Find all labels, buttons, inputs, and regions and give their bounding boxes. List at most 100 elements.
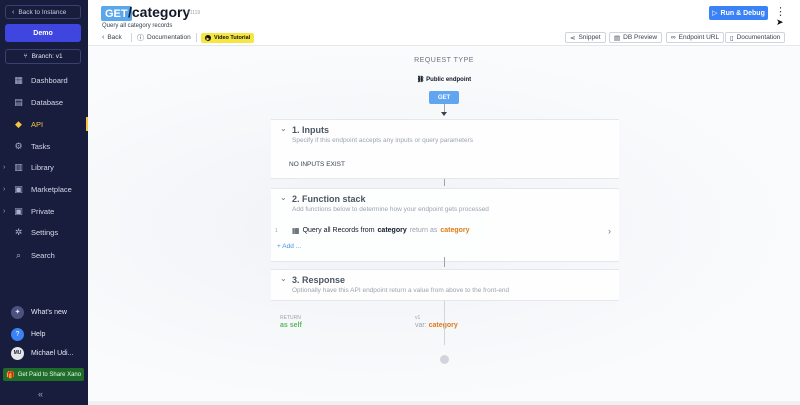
canvas-bottom-edge [88,401,800,405]
database-icon: ▤ [614,34,621,42]
chevron-right-icon: › [3,163,6,171]
documentation-label: Documentation [147,34,191,41]
help-button[interactable]: ? Help [0,326,88,342]
chevron-down-icon[interactable]: ⌄ [280,193,287,202]
settings-icon: ✲ [14,226,23,237]
back-to-instance-label: Back to Instance [18,8,67,16]
get-method-node[interactable]: GET [429,91,459,104]
whats-new-icon: ✦ [11,305,24,319]
public-endpoint-text: Public endpoint [426,77,472,83]
database-icon: ▤ [14,96,23,107]
function-stack-title[interactable]: 2. Function stack [292,194,366,204]
response-title[interactable]: 3. Response [292,275,345,285]
inputs-title[interactable]: 1. Inputs [292,125,329,135]
sidebar-item-marketplace[interactable]: › ▣ Marketplace [0,180,88,198]
sidebar-item-label: Marketplace [31,184,72,194]
chevron-left-icon: ‹ [102,34,105,41]
collapse-sidebar-icon[interactable]: « [38,389,43,399]
function-row-prefix: Query all Records from [302,227,375,234]
var-prefix: var: [415,322,427,329]
share-xano-button[interactable]: 🎁 Get Paid to Share Xano [3,368,84,381]
sidebar-item-tasks[interactable]: ⚙ Tasks [0,137,88,155]
sidebar-item-api[interactable]: ◆ API [0,115,88,133]
inputs-section: ⌄ 1. Inputs Specify if this endpoint acc… [271,119,619,179]
documentation-button[interactable]: ▯ Documentation [725,32,786,43]
branch-selector[interactable]: ⑂ Branch: v1 [5,49,81,64]
library-icon: ▥ [14,161,23,172]
connector-line [444,179,445,186]
divider [131,33,132,42]
play-icon: ▷ [712,10,718,17]
table-icon: ▦ [292,226,300,235]
sidebar-item-label: Settings [31,227,59,237]
sidebar-item-database[interactable]: ▤ Database [0,93,88,111]
db-preview-button[interactable]: ▤ DB Preview [609,32,663,43]
sidebar-item-dashboard[interactable]: ▦ Dashboard [0,71,88,89]
chevron-left-icon: ‹ [12,8,15,16]
function-stack-section: ⌄ 2. Function stack Add functions below … [271,188,619,262]
response-section: ⌄ 3. Response Optionally have this API e… [271,269,619,301]
help-icon: ? [11,327,24,341]
whats-new-label: What's new [31,308,67,316]
chevron-right-icon: › [3,207,6,215]
var-value[interactable]: var: category [415,322,458,329]
var-label: v1 [415,315,421,321]
run-debug-label: Run & Debug [720,9,765,17]
sidebar-item-private[interactable]: › ▣ Private [0,202,88,220]
function-row-number: 1 [275,228,278,234]
user-menu[interactable]: MU Michael Udi... [0,345,88,361]
back-button[interactable]: ‹ Back [102,32,122,43]
sidebar-item-label: Library [31,162,54,172]
link-icon: ⛓ [416,77,427,83]
search-icon: ⌕ [15,249,22,260]
chevron-right-icon[interactable]: › [608,226,611,236]
function-stack-subtitle: Add functions below to determine how you… [292,206,489,213]
run-debug-button[interactable]: ▷ Run & Debug [709,6,768,20]
connector-line [444,301,445,345]
snippet-label: Snippet [578,34,601,41]
info-icon: ⓘ [137,34,144,42]
help-label: Help [31,330,46,338]
whats-new-button[interactable]: ✦ What's new [0,304,88,320]
share-icon: ⋖ [570,34,576,42]
sidebar: ‹ Back to Instance Demo ⑂ Branch: v1 ▦ D… [0,0,88,405]
db-preview-label: DB Preview [623,34,658,41]
endpoint-id: #1119 [187,10,201,16]
documentation-label: Documentation [736,34,781,41]
chevron-right-icon: › [3,185,6,193]
chevron-down-icon[interactable]: ⌄ [280,124,287,133]
end-node [440,355,449,364]
workspace-selector[interactable]: Demo [5,24,81,42]
branch-icon: ⑂ [23,53,28,60]
no-inputs-text: NO INPUTS EXIST [289,161,345,168]
sidebar-item-label: Tasks [31,141,51,151]
function-row-query-all[interactable]: ▦ Query all Records from category return… [292,226,470,235]
request-type-label: REQUEST TYPE [414,57,474,64]
connector-line [444,257,445,267]
page-title: /category [128,4,191,20]
return-value[interactable]: as self [280,322,302,329]
sidebar-item-settings[interactable]: ✲ Settings [0,223,88,241]
chevron-down-icon[interactable]: ⌄ [280,274,287,283]
documentation-link[interactable]: ⓘ Documentation [137,32,191,43]
video-tutorial-label: Video Tutorial [214,35,251,41]
link-icon: ∞ [671,34,676,41]
divider [196,33,197,42]
sidebar-item-library[interactable]: › ▥ Library [0,158,88,176]
return-label: RETURN [280,315,301,321]
add-function-link[interactable]: + Add ... [277,243,301,250]
dashboard-icon: ▦ [14,74,23,85]
arrow-down-icon [441,112,447,116]
play-icon: ▶ [205,35,211,41]
back-to-instance-button[interactable]: ‹ Back to Instance [5,5,81,19]
back-label: Back [107,34,122,41]
public-endpoint-label[interactable]: ⛓ Public endpoint [417,76,471,83]
branch-label: Branch: v1 [31,53,63,60]
connector-line [444,104,445,112]
video-tutorial-button[interactable]: ▶ Video Tutorial [201,33,255,43]
endpoint-url-button[interactable]: ∞ Endpoint URL [666,32,725,43]
response-subtitle: Optionally have this API endpoint return… [292,287,510,294]
inputs-subtitle: Specify if this endpoint accepts any inp… [292,137,474,144]
sidebar-item-search[interactable]: ⌕ Search [0,246,88,264]
snippet-button[interactable]: ⋖ Snippet [565,32,606,43]
